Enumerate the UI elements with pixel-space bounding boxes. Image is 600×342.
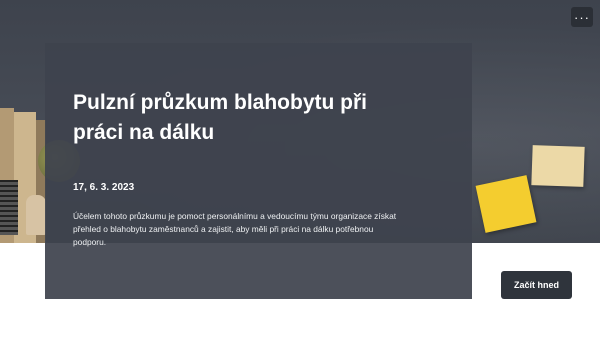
- survey-title: Pulzní průzkum blahobytu při práci na dá…: [73, 91, 367, 144]
- survey-description: Účelem tohoto průzkumu je pomoct personá…: [73, 211, 397, 247]
- more-options-button[interactable]: ···: [571, 7, 593, 27]
- ellipsis-icon: ···: [574, 9, 590, 25]
- start-now-button[interactable]: Začít hned: [501, 271, 572, 299]
- survey-card: Pulzní průzkum blahobytu při práci na dá…: [45, 43, 472, 299]
- notebook-spiral-decoration: [0, 180, 18, 235]
- figurine-decoration: [26, 195, 46, 235]
- survey-page: ··· Pulzní průzkum blahobytu při práci n…: [0, 0, 600, 342]
- sticky-note-cream: [531, 145, 585, 187]
- start-now-label: Začít hned: [513, 280, 559, 290]
- survey-date: 17, 6. 3. 2023: [73, 182, 135, 193]
